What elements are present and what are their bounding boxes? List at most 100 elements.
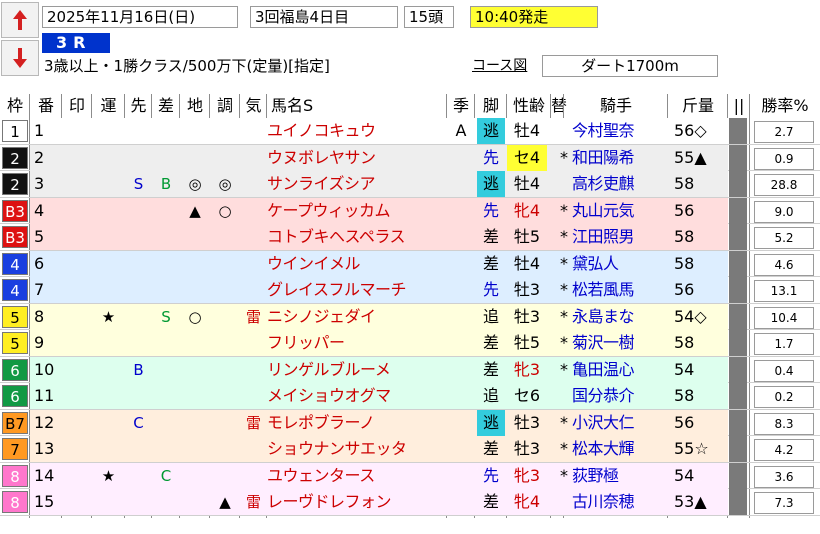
horse-row[interactable]: B3 5 コトブキヘスペラス 差牡5 * 江田照男 58 5.2 — [0, 224, 820, 251]
jockey-name[interactable]: 永島まな — [572, 307, 635, 326]
jockey-name[interactable]: 今村聖奈 — [572, 121, 635, 140]
next-race-button[interactable] — [1, 40, 39, 76]
weight: 56 — [674, 412, 695, 432]
horse-row[interactable]: 4 6 ウインイメル 差牡4 * 黛弘人 58 4.6 — [0, 250, 820, 277]
horse-name[interactable]: ユウェンタース — [267, 463, 447, 489]
col-waku-header[interactable]: 枠 — [0, 94, 30, 118]
horse-row[interactable]: 7 13 ショウナンサエッタ 差牡3 * 松本大輝 55☆ 4.2 — [0, 436, 820, 463]
jockey-cell[interactable]: * 小沢大仁 — [560, 410, 668, 436]
col-ki-header[interactable]: 気 — [240, 94, 267, 118]
horse-name[interactable]: サンライズシア — [267, 171, 447, 197]
col-sa-header[interactable]: 差 — [152, 94, 180, 118]
col-name-header[interactable]: 馬名S — [267, 94, 451, 118]
mark-cho — [210, 410, 240, 436]
jockey-cell[interactable]: 高杉吏麒 — [560, 171, 668, 197]
jockey-change-mark: * — [560, 465, 568, 485]
col-sep-header[interactable]: || — [728, 94, 750, 118]
horse-name[interactable]: ウインイメル — [267, 251, 447, 277]
col-cho-header[interactable]: 調 — [210, 94, 240, 118]
jockey-name[interactable]: 松本大輝 — [572, 439, 635, 458]
jockey-name[interactable]: 高杉吏麒 — [572, 174, 635, 193]
mark-sa — [152, 330, 180, 356]
jockey-name[interactable]: 松若風馬 — [572, 280, 635, 299]
course-distance: ダート1700m — [542, 55, 718, 77]
jockey-name[interactable]: 黛弘人 — [572, 254, 619, 273]
horse-name[interactable]: ウヌボレヤサン — [267, 145, 447, 171]
jockey-name[interactable]: 古川奈穂 — [572, 492, 635, 511]
col-mark-header[interactable]: 印 — [62, 94, 92, 118]
separator-bar — [729, 356, 747, 383]
season-rank — [447, 330, 475, 356]
horse-name[interactable]: モレポブラーノ — [267, 410, 447, 436]
mark-ki — [240, 357, 267, 383]
prev-race-button[interactable] — [1, 2, 39, 38]
win-rate: 4.2 — [754, 439, 814, 461]
jockey-change-mark: * — [560, 439, 568, 458]
horse-row[interactable]: 5 9 フリッパー 差牡5 * 菊沢一樹 58 1.7 — [0, 330, 820, 357]
jockey-cell[interactable]: * 菊沢一樹 — [560, 330, 668, 356]
running-style: 先 — [482, 147, 499, 167]
horse-row[interactable]: 6 11 メイショウオグマ 追セ6 国分恭介 58 0.2 — [0, 383, 820, 410]
jockey-name[interactable]: 江田照男 — [572, 227, 635, 246]
horse-name[interactable]: リンゲルブルーメ — [267, 357, 447, 383]
mark-saki — [125, 489, 152, 515]
jockey-name[interactable]: 亀田温心 — [572, 360, 635, 379]
horse-name[interactable]: ニシノジェダイ — [267, 304, 447, 330]
horse-row[interactable]: 6 10 B リンゲルブルーメ 差牝3 * 亀田温心 54 0.4 — [0, 356, 820, 383]
horse-name[interactable]: コトブキヘスペラス — [267, 224, 447, 250]
jockey-cell[interactable]: 古川奈穂 — [560, 489, 668, 515]
col-num-header[interactable]: 番 — [30, 94, 62, 118]
running-style: 追 — [482, 386, 499, 405]
horse-name[interactable]: ショウナンサエッタ — [267, 436, 447, 462]
jockey-cell[interactable]: * 荻野極 — [560, 463, 668, 489]
horse-row[interactable]: 2 3 S B ◎ ◎ サンライズシア 逃牡4 高杉吏麒 58 28.8 — [0, 171, 820, 198]
jockey-cell[interactable]: * 永島まな — [560, 304, 668, 330]
horse-name[interactable]: フリッパー — [267, 330, 447, 356]
col-jockey-header[interactable]: 騎手 — [564, 94, 668, 118]
weight: 58 — [674, 386, 695, 405]
jockey-name[interactable]: 丸山元気 — [572, 201, 635, 220]
waku-badge: 2 — [2, 146, 28, 169]
course-map-link[interactable]: コース図 — [472, 57, 527, 75]
horse-name[interactable]: レーヴドレフォン — [267, 489, 447, 515]
horse-row[interactable]: 4 7 グレイスフルマーチ 先牡3 * 松若風馬 56 13.1 — [0, 277, 820, 304]
jockey-name[interactable]: 菊沢一樹 — [572, 333, 635, 352]
horse-row[interactable]: B3 4 ▲ ○ ケープウィッカム 先牝4 * 丸山元気 56 9.0 — [0, 197, 820, 224]
mark-ki — [240, 171, 267, 197]
horse-row[interactable]: 5 8 ★ S ○ 雷ニシノジェダイ 追牡3 * 永島まな 54◇ 10.4 — [0, 303, 820, 330]
weight: 54◇ — [674, 306, 707, 326]
jockey-cell[interactable]: * 松本大輝 — [560, 436, 668, 462]
jockey-cell[interactable]: * 江田照男 — [560, 224, 668, 250]
col-sexage-header[interactable]: 性齢 — [507, 94, 551, 118]
horse-row[interactable]: B7 12 C 雷モレポブラーノ 逃牡3 * 小沢大仁 56 8.3 — [0, 409, 820, 436]
horse-name[interactable]: メイショウオグマ — [267, 383, 447, 409]
season-rank — [447, 436, 475, 462]
col-un-header[interactable]: 運 — [92, 94, 125, 118]
jockey-cell[interactable]: * 亀田温心 — [560, 357, 668, 383]
col-odds-header[interactable]: 勝率% — [750, 94, 820, 118]
jockey-cell[interactable]: * 黛弘人 — [560, 251, 668, 277]
horse-name[interactable]: ケープウィッカム — [267, 198, 447, 224]
col-chi-header[interactable]: 地 — [180, 94, 210, 118]
horse-row[interactable]: 1 1 ユイノコキュウ A 逃牡4 今村聖奈 56◇ 2.7 — [0, 118, 820, 145]
jockey-name[interactable]: 国分恭介 — [572, 386, 635, 405]
jockey-cell[interactable]: 今村聖奈 — [560, 118, 668, 144]
jockey-name[interactable]: 和田陽希 — [572, 148, 635, 167]
horse-name[interactable]: ユイノコキュウ — [267, 118, 447, 144]
jockey-cell[interactable]: * 松若風馬 — [560, 277, 668, 303]
jockey-name[interactable]: 荻野極 — [572, 466, 619, 485]
horse-row[interactable]: 8 14 ★ C ユウェンタース 先牝3 * 荻野極 54 3.6 — [0, 462, 820, 489]
col-kin-header[interactable]: 斤量 — [668, 94, 728, 118]
col-season-header[interactable]: 季 — [447, 94, 475, 118]
jockey-cell[interactable]: * 和田陽希 — [560, 145, 668, 171]
mark-chi — [180, 145, 210, 171]
horse-row[interactable]: 2 2 ウヌボレヤサン 先セ4 * 和田陽希 55▲ 0.9 — [0, 144, 820, 171]
horse-name[interactable]: グレイスフルマーチ — [267, 277, 447, 303]
col-kyaku-header[interactable]: 脚 — [475, 94, 507, 118]
mark-sa — [152, 383, 180, 409]
jockey-cell[interactable]: 国分恭介 — [560, 383, 668, 409]
jockey-name[interactable]: 小沢大仁 — [572, 413, 635, 432]
jockey-cell[interactable]: * 丸山元気 — [560, 198, 668, 224]
col-saki-header[interactable]: 先 — [125, 94, 152, 118]
horse-row[interactable]: 8 15 ▲ 雷レーヴドレフォン 差牝4 古川奈穂 53▲ 7.3 — [0, 489, 820, 516]
